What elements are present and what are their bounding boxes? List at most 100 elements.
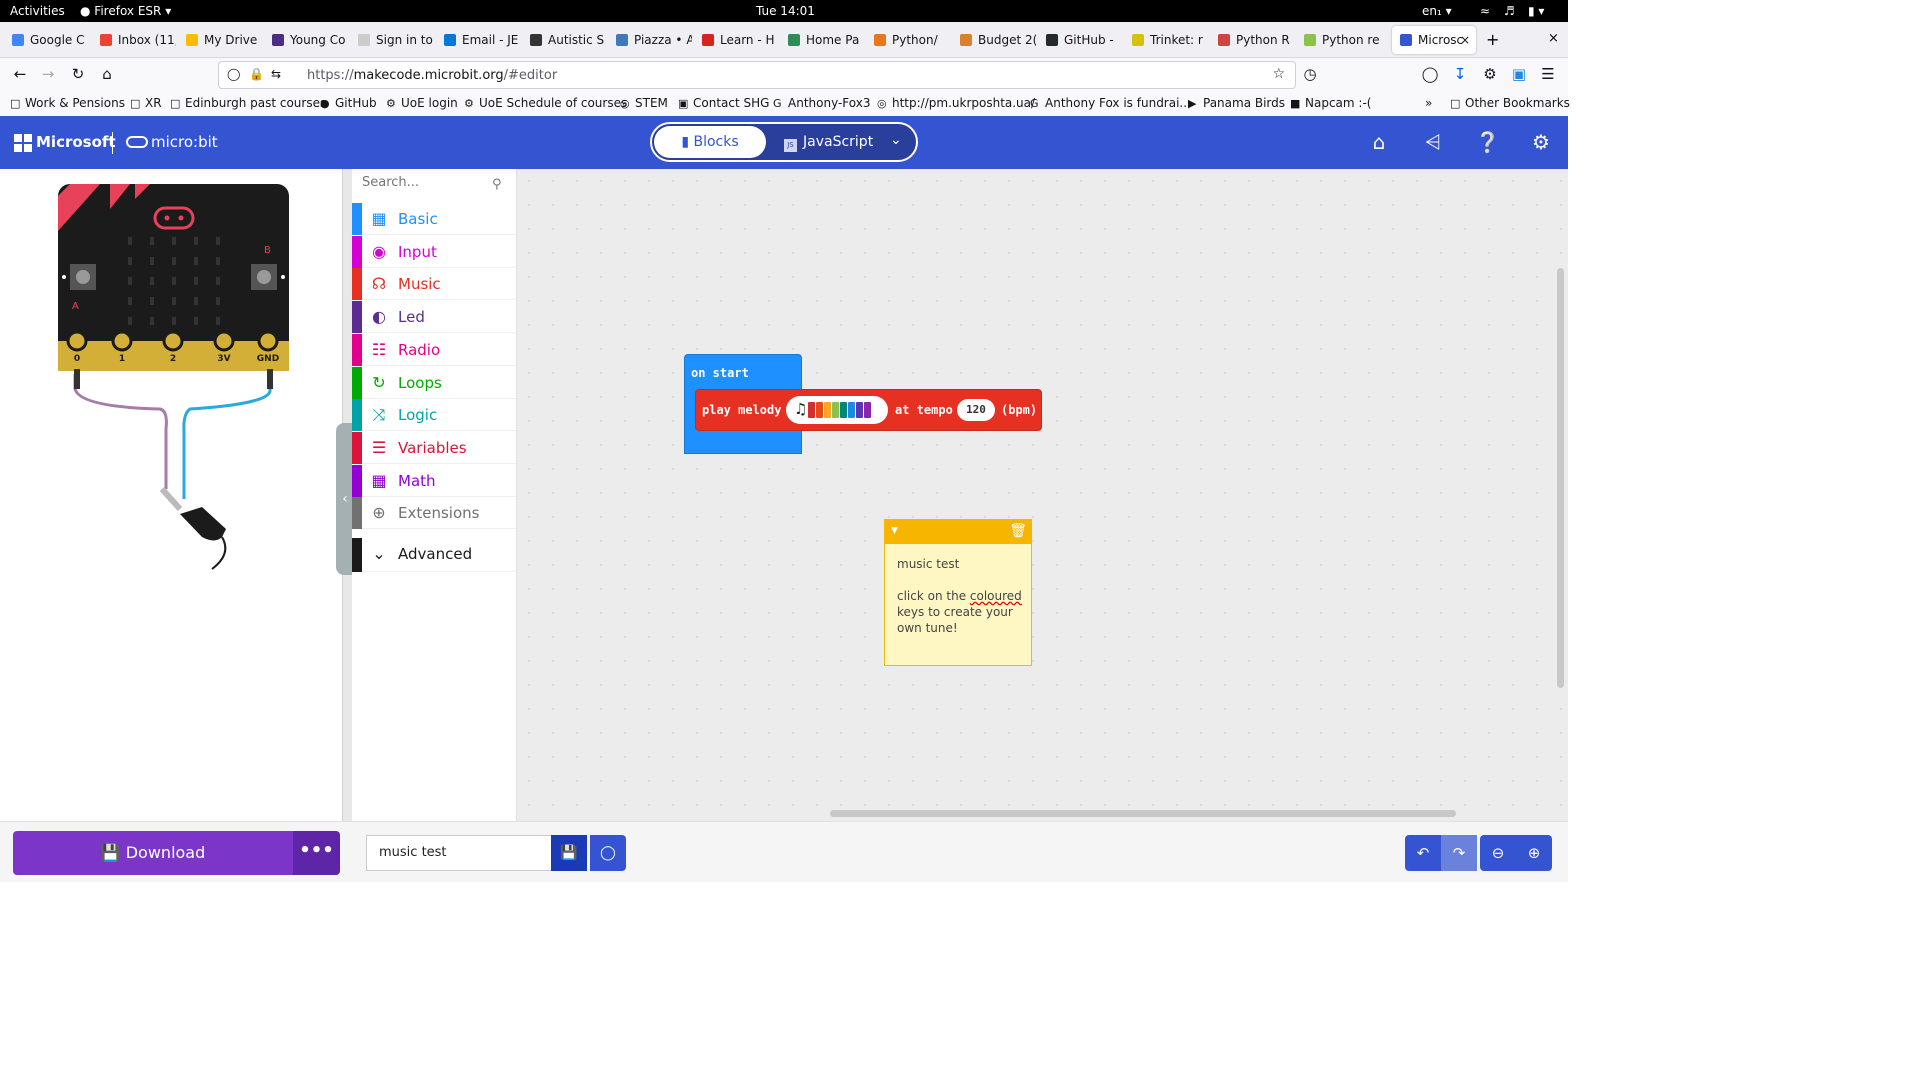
melody-editor-field[interactable]: ♫ [786,396,888,424]
activities-button[interactable]: Activities [10,4,65,18]
toolbox-search-input[interactable] [362,175,482,190]
save-icon[interactable]: 💾 [551,835,587,871]
zoom-in-icon[interactable]: ⊕ [1516,835,1552,871]
skype-extension-icon[interactable]: ▣ [1509,65,1529,85]
new-tab-icon[interactable]: + [1486,30,1499,49]
browser-tab[interactable]: Home Pa [780,26,864,54]
search-icon[interactable]: ⚲ [492,177,502,192]
blocks-mode-button[interactable]: ▮ Blocks [654,126,766,158]
toolbox-category-led[interactable]: ◐ Led [352,301,516,334]
workspace-comment[interactable]: ▼ 🗑 music test click on the coloured key… [884,519,1032,666]
permissions-icon[interactable]: ⇆ [271,67,281,81]
volume-icon[interactable]: ♬ [1504,4,1515,18]
tracking-shield-icon[interactable]: ◯ [227,67,240,81]
wifi-icon[interactable]: ≈ [1480,4,1490,18]
bookmark-item[interactable]: □ XR [130,96,162,110]
browser-tab[interactable]: Autistic S [522,26,606,54]
toolbox-category-music[interactable]: ☊ Music [352,268,516,301]
browser-tab[interactable]: Google C [4,26,88,54]
close-window-icon[interactable]: × [1548,31,1559,46]
bookmark-item[interactable]: ● GitHub [320,96,377,110]
browser-tab[interactable]: Learn - H [694,26,778,54]
toolbox-category-math[interactable]: ▦ Math [352,464,516,497]
toolbox-category-advanced[interactable]: ⌄ Advanced [352,538,516,572]
history-icon[interactable]: ◷ [1300,65,1320,85]
toolbox-category-loops[interactable]: ↻ Loops [352,366,516,399]
reload-icon[interactable]: ↻ [68,65,88,85]
forward-icon[interactable]: → [38,65,58,85]
downloads-icon[interactable]: ↧ [1450,65,1470,85]
toolbox-category-variables[interactable]: ☰ Variables [352,431,516,464]
trash-icon[interactable]: 🗑 [1009,523,1027,539]
lock-icon[interactable]: 🔒 [249,67,264,81]
browser-tab[interactable]: Python re [1296,26,1380,54]
redo-icon[interactable]: ↷ [1441,835,1477,871]
browser-tab[interactable]: Inbox (11, [92,26,176,54]
menu-icon[interactable]: ☰ [1538,65,1558,85]
back-icon[interactable]: ← [10,65,30,85]
browser-tab[interactable]: Budget 2( [952,26,1036,54]
comment-text[interactable]: music test click on the coloured keys to… [897,556,1025,636]
settings-gear-icon[interactable]: ⚙ [1529,130,1553,154]
bookmark-item[interactable]: □ Edinburgh past courses [170,96,326,110]
play-melody-block[interactable]: play melody ♫ at tempo 120 (bpm) [695,389,1042,431]
bookmark-item[interactable]: ▶ Panama Birds [1188,96,1285,110]
download-button[interactable]: 💾 Download [13,831,293,875]
javascript-mode-button[interactable]: JS JavaScript [784,126,873,158]
toolbox-category-logic[interactable]: ⤨ Logic [352,399,516,432]
url-text[interactable]: https://makecode.microbit.org/#editor [307,68,557,83]
extension-icon[interactable]: ⚙ [1480,65,1500,85]
toolbox-category-extensions[interactable]: ⊕ Extensions [352,497,516,530]
bookmark-item[interactable]: ⚙ UoE Schedule of courses [464,96,627,110]
toolbox-category-input[interactable]: ◉ Input [352,235,516,268]
bookmark-item[interactable]: ■ Napcam :-( [1290,96,1371,110]
undo-icon[interactable]: ↶ [1405,835,1441,871]
vertical-scrollbar[interactable] [1557,268,1564,688]
browser-tab[interactable]: My Drive [178,26,262,54]
browser-tab[interactable]: Sign in to [350,26,434,54]
app-menu[interactable]: ● Firefox ESR ▾ [80,4,171,18]
bookmark-star-icon[interactable]: ☆ [1272,66,1285,82]
tab-close-icon[interactable]: × [1460,33,1470,47]
project-name-input[interactable]: music test [366,835,551,871]
home-icon[interactable]: ⌂ [97,65,117,85]
collapse-comment-triangle-icon[interactable]: ▼ [891,526,898,536]
github-icon[interactable]: ◯ [590,835,626,871]
browser-tab[interactable]: Python/ [866,26,950,54]
keyboard-layout[interactable]: en₁ ▾ [1422,4,1452,18]
share-icon[interactable]: ⩤ [1421,130,1445,154]
browser-tab[interactable]: Trinket: r [1124,26,1208,54]
bookmark-item[interactable]: □ Work & Pensions [10,96,125,110]
microsoft-brand[interactable]: Microsoft [36,133,116,151]
battery-icon[interactable]: ▮ ▾ [1528,4,1544,18]
bookmark-item[interactable]: G Anthony-Fox3 [773,96,870,110]
url-bar[interactable]: ◯ 🔒 ⇆ https://makecode.microbit.org/#edi… [218,61,1296,89]
help-icon[interactable]: ❔ [1475,130,1500,154]
download-more-options-button[interactable]: ••• [293,831,340,875]
bookmark-item[interactable]: ⚙ UoE login [386,96,458,110]
browser-tab[interactable]: Email - JE [436,26,520,54]
clock[interactable]: Tue 14:01 [756,4,815,18]
bookmark-item[interactable]: ◎ STEM [620,96,668,110]
browser-tab[interactable]: GitHub - [1038,26,1122,54]
browser-tab[interactable]: Young Co [264,26,348,54]
tempo-input[interactable]: 120 [957,399,995,421]
blocks-workspace[interactable] [517,169,1568,821]
language-dropdown-chevron-icon[interactable]: ⌄ [890,132,902,148]
toolbox-category-radio[interactable]: ☷ Radio [352,333,516,366]
bookmark-item[interactable]: ◎ http://pm.ukrposhta.ua/ [877,96,1035,110]
home-button-icon[interactable]: ⌂ [1367,130,1391,154]
more-bookmarks-chevron-icon[interactable]: » [1425,96,1432,110]
browser-tab[interactable]: Piazza • A [608,26,692,54]
bookmark-item[interactable]: ▣ Contact SHG [678,96,769,110]
bookmark-item[interactable]: □ Other Bookmarks [1450,96,1570,110]
pocket-icon[interactable]: ◯ [1420,65,1440,85]
microbit-brand[interactable]: micro:bit [126,133,218,151]
zoom-out-icon[interactable]: ⊖ [1480,835,1516,871]
microbit-simulator[interactable]: A B 0 1 2 3V GND [0,169,342,609]
browser-tab[interactable]: Microsc × [1392,26,1476,54]
toolbox-category-basic[interactable]: ▦ Basic [352,203,516,235]
comment-header[interactable]: ▼ 🗑 [885,520,1031,544]
browser-tab[interactable]: Python R [1210,26,1294,54]
horizontal-scrollbar[interactable] [830,810,1456,817]
